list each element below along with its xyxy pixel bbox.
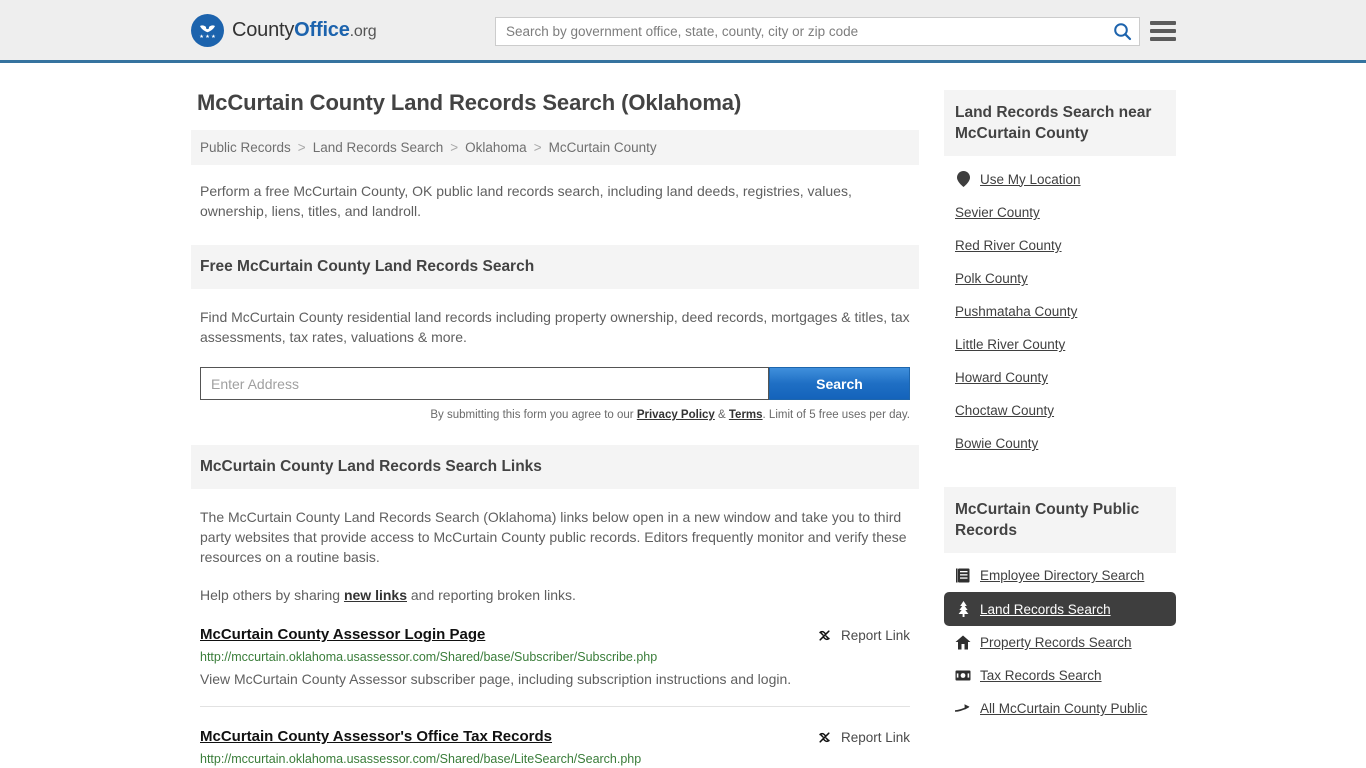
house-icon [955,635,971,650]
sidebar-item-all-public-records[interactable]: All McCurtain County Public [944,692,1176,725]
sidebar-item-label: Employee Directory Search [980,568,1145,583]
breadcrumb-item-oklahoma[interactable]: Oklahoma [465,140,527,155]
public-records-list: Employee Directory Search Land Records S… [944,559,1176,725]
logo-text-org: .org [349,22,377,40]
links-section-help: Help others by sharing new links and rep… [200,585,910,605]
main-content: McCurtain County Land Records Search (Ok… [191,63,919,768]
sidebar-item-little-river-county[interactable]: Little River County [944,328,1176,361]
form-legal-text: By submitting this form you agree to our… [200,409,910,421]
resource-link-description: View McCurtain County Assessor subscribe… [200,671,792,687]
map-pin-icon [955,171,971,187]
sidebar-item-label: Use My Location [980,171,1081,187]
nearby-county-list: Use My Location Sevier County Red River … [944,162,1176,460]
legal-prefix: By submitting this form you agree to our [430,409,637,421]
hamburger-menu-icon[interactable] [1150,19,1176,43]
sidebar-item-property-records-search[interactable]: Property Records Search [944,626,1176,659]
resource-link-url: http://mccurtain.oklahoma.usassessor.com… [200,650,658,664]
logo-text-county: County [232,18,295,41]
new-links-link[interactable]: new links [344,587,407,603]
breadcrumb-item-public-records[interactable]: Public Records [200,140,291,155]
breadcrumb-item-land-records-search[interactable]: Land Records Search [313,140,444,155]
site-search [495,17,1140,46]
search-icon[interactable] [1105,18,1139,45]
free-search-body: Find McCurtain County residential land r… [191,307,919,421]
address-input[interactable] [200,367,769,400]
report-link-label: Report Link [840,730,910,745]
sidebar-item-label: Red River County [955,238,1062,253]
sidebar: Land Records Search near McCurtain Count… [944,90,1176,768]
sidebar-item-label: Pushmataha County [955,304,1078,319]
breadcrumb-separator: > [533,140,542,155]
hamburger-bar [1150,29,1176,33]
legal-suffix: . Limit of 5 free uses per day. [762,409,910,421]
resource-link-item: McCurtain County Assessor's Office Tax R… [191,728,919,768]
report-link-label: Report Link [840,628,910,643]
help-prefix: Help others by sharing [200,587,344,603]
resource-link-url: http://mccurtain.oklahoma.usassessor.com… [200,752,642,766]
site-header: CountyOffice.org [0,0,1366,63]
nearby-search-heading: Land Records Search near McCurtain Count… [944,90,1176,156]
report-link-button[interactable]: Report Link [817,730,910,745]
logo-text-office: Office [294,18,350,41]
free-search-description: Find McCurtain County residential land r… [200,309,910,345]
sidebar-item-polk-county[interactable]: Polk County [944,262,1176,295]
logo-wordmark: CountyOffice.org [232,18,377,42]
privacy-policy-link[interactable]: Privacy Policy [637,409,715,421]
arrow-right-icon [955,703,971,715]
breadcrumb: Public Records > Land Records Search > O… [191,130,919,165]
breadcrumb-item-mccurtain-county[interactable]: McCurtain County [549,140,657,155]
legal-amp: & [714,409,729,421]
links-section-heading: McCurtain County Land Records Search Lin… [191,445,919,489]
resource-link-item: McCurtain County Assessor Login Page Rep… [191,626,919,689]
report-link-button[interactable]: Report Link [817,628,910,643]
breadcrumb-separator: > [297,140,306,155]
public-records-block: McCurtain County Public Records Employee… [944,487,1176,725]
tree-icon [955,601,971,617]
sidebar-item-label: Bowie County [955,436,1039,451]
broken-link-icon [817,730,833,745]
sidebar-item-howard-county[interactable]: Howard County [944,361,1176,394]
sidebar-item-red-river-county[interactable]: Red River County [944,229,1176,262]
site-logo[interactable]: CountyOffice.org [191,13,377,47]
address-search-form: Search [200,367,910,400]
hamburger-bar [1150,21,1176,25]
sidebar-item-label: Howard County [955,370,1049,385]
eagle-seal-icon [191,13,224,47]
links-section-paragraph: The McCurtain County Land Records Search… [200,509,907,565]
public-records-heading: McCurtain County Public Records [944,487,1176,553]
sidebar-item-pushmataha-county[interactable]: Pushmataha County [944,295,1176,328]
breadcrumb-separator: > [450,140,459,155]
page-title: McCurtain County Land Records Search (Ok… [197,90,742,115]
list-divider [200,706,910,707]
sidebar-item-label: Tax Records Search [980,668,1102,683]
hamburger-bar [1150,37,1176,41]
resource-link-title[interactable]: McCurtain County Assessor's Office Tax R… [200,728,552,745]
sidebar-item-tax-records-search[interactable]: Tax Records Search [944,659,1176,692]
sidebar-item-bowie-county[interactable]: Bowie County [944,427,1176,460]
sidebar-item-label: Polk County [955,271,1028,286]
sidebar-item-land-records-search[interactable]: Land Records Search [944,592,1176,626]
sidebar-item-label: Choctaw County [955,403,1055,418]
page-body: McCurtain County Land Records Search (Ok… [0,63,1366,768]
sidebar-item-label: Sevier County [955,205,1040,220]
free-search-heading: Free McCurtain County Land Records Searc… [191,245,919,289]
sidebar-item-employee-directory-search[interactable]: Employee Directory Search [944,559,1176,592]
sidebar-item-label: Little River County [955,337,1066,352]
sidebar-item-sevier-county[interactable]: Sevier County [944,196,1176,229]
page-intro-text: Perform a free McCurtain County, OK publ… [200,183,852,219]
search-submit-button[interactable]: Search [769,367,910,400]
sidebar-item-label: All McCurtain County Public [980,701,1148,716]
links-section-body: The McCurtain County Land Records Search… [191,507,919,605]
sidebar-item-choctaw-county[interactable]: Choctaw County [944,394,1176,427]
search-input[interactable] [496,18,1105,45]
terms-link[interactable]: Terms [729,409,763,421]
broken-link-icon [817,628,833,643]
resource-link-title[interactable]: McCurtain County Assessor Login Page [200,626,485,643]
money-icon [955,670,971,681]
sidebar-item-use-my-location[interactable]: Use My Location [944,162,1176,196]
sidebar-item-label: Property Records Search [980,635,1132,650]
sidebar-item-label: Land Records Search [980,601,1111,617]
help-suffix: and reporting broken links. [407,587,576,603]
directory-icon [955,568,971,583]
